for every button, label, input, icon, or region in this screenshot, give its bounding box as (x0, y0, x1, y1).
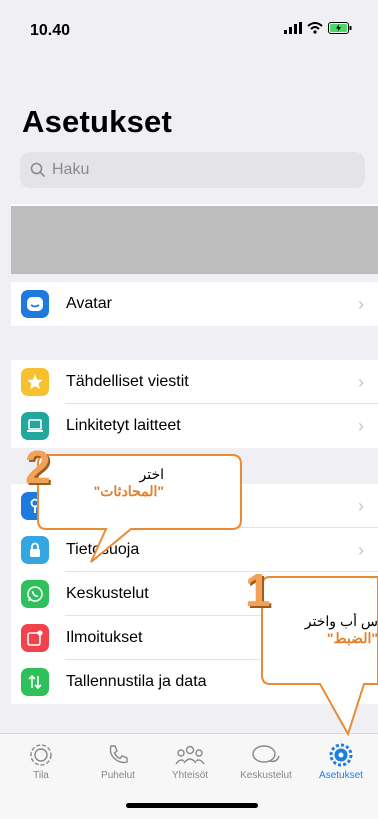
callout-two-text: اختر "المحادثات" (44, 466, 164, 500)
tab-yhteisot[interactable]: Yhteisöt (154, 740, 226, 781)
tab-tila[interactable]: Tila (5, 740, 77, 781)
callout-one-text: ِس أب واختر "الضبط" (280, 613, 378, 647)
wifi-icon (307, 22, 323, 34)
status-icons (284, 22, 352, 34)
tab-asetukset[interactable]: Asetukset (305, 740, 377, 781)
row-storage-label: Tallennustila ja data (66, 673, 207, 690)
laptop-icon (21, 412, 49, 440)
row-linked-label: Linkitetyt laitteet (66, 417, 181, 434)
profile-placeholder[interactable] (11, 206, 378, 274)
status-bar: 10.40 (0, 0, 378, 60)
communities-icon (175, 745, 205, 765)
chevron-right-icon: › (358, 372, 364, 392)
row-starred-label: Tähdelliset viestit (66, 373, 189, 390)
gear-icon (329, 743, 353, 767)
tab-tila-label: Tila (33, 770, 49, 781)
tab-asetukset-label: Asetukset (319, 770, 363, 781)
chevron-right-icon: › (358, 540, 364, 560)
home-indicator (126, 803, 258, 808)
callout-one-line2: "الضبط" (326, 630, 378, 646)
star-icon (21, 368, 49, 396)
notification-icon (21, 624, 49, 652)
search-placeholder: Haku (52, 161, 90, 178)
tab-keskustelut[interactable]: Keskustelut (230, 740, 302, 781)
storage-arrows-icon (21, 668, 49, 696)
phone-icon (109, 745, 128, 764)
search-field[interactable]: Haku (20, 152, 365, 188)
callout-one-line1: ِس أب واختر (304, 613, 378, 629)
tab-keskustelut-label: Keskustelut (240, 770, 292, 781)
battery-icon (328, 22, 352, 34)
signal-icon (284, 22, 302, 34)
chats-icon (252, 745, 280, 763)
row-linked-devices[interactable]: Linkitetyt laitteet › (11, 404, 378, 448)
page-title: Asetukset (22, 104, 172, 139)
row-avatar-label: Avatar (66, 295, 112, 312)
chevron-right-icon: › (358, 496, 364, 516)
row-chats-label: Keskustelut (66, 585, 149, 602)
callout-one-bubble (261, 576, 378, 737)
callout-one-number: 1 (245, 564, 271, 616)
status-icon (30, 744, 52, 766)
tab-puhelut-label: Puhelut (101, 770, 135, 781)
callout-two-line2: "المحادثات" (93, 483, 164, 499)
chevron-right-icon: › (358, 294, 364, 314)
avatar-icon (21, 290, 49, 318)
callout-two-line1: اختر (139, 466, 165, 482)
row-avatar[interactable]: Avatar › (11, 282, 378, 326)
whatsapp-icon (21, 580, 49, 608)
tab-yhteisot-label: Yhteisöt (171, 770, 209, 781)
chevron-right-icon: › (358, 416, 364, 436)
status-time: 10.40 (30, 22, 71, 39)
tab-puhelut[interactable]: Puhelut (82, 740, 154, 781)
search-icon (30, 162, 46, 178)
row-notifications-label: Ilmoitukset (66, 629, 143, 646)
row-starred[interactable]: Tähdelliset viestit › (11, 360, 378, 404)
